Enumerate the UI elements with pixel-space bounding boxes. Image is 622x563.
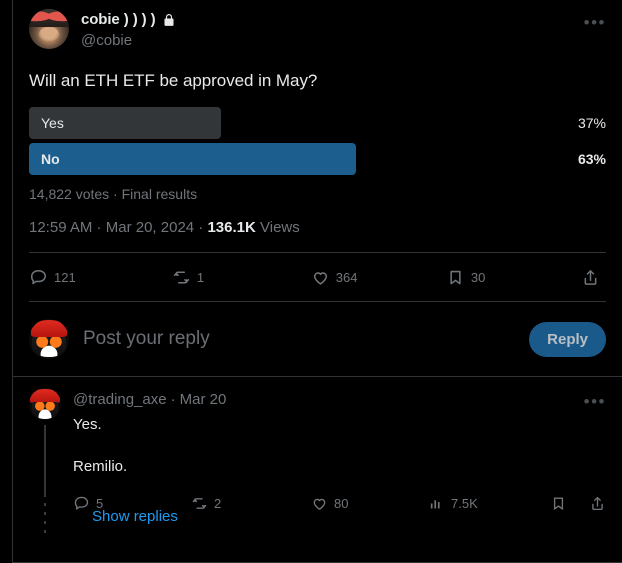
poll-option-yes: Yes 37% bbox=[29, 107, 606, 139]
reply-separator: · bbox=[170, 391, 176, 408]
author-block: cobie ) ) ) ) @cobie bbox=[81, 9, 176, 51]
views-label: Views bbox=[255, 219, 300, 236]
tweet-text: Will an ETH ETF be approved in May? bbox=[29, 71, 318, 90]
analytics-icon bbox=[428, 495, 445, 512]
share-action[interactable] bbox=[581, 268, 606, 287]
reply-date[interactable]: Mar 20 bbox=[180, 390, 227, 410]
poll: Yes 37% No 63% 14,822 votes · Final resu… bbox=[29, 107, 606, 202]
poll-percent-no: 63% bbox=[577, 151, 606, 167]
reply-count: 121 bbox=[54, 269, 76, 285]
reply-like-count: 80 bbox=[334, 495, 349, 511]
reply-content: @trading_axe · Mar 20 ••• Yes. Remilio. bbox=[73, 388, 606, 521]
views-count: 136.1K bbox=[207, 219, 256, 236]
reply-submit-button[interactable]: Reply bbox=[529, 321, 606, 357]
reply-handle[interactable]: @trading_axe bbox=[73, 390, 167, 410]
poll-track-yes: Yes bbox=[29, 107, 548, 139]
reply-bookmark-action[interactable] bbox=[550, 495, 567, 512]
comment-icon bbox=[73, 495, 90, 512]
main-tweet: cobie ) ) ) ) @cobie ••• Will an ETH ETF… bbox=[13, 0, 622, 252]
poll-percent-yes: 37% bbox=[577, 115, 606, 131]
display-name: cobie ) ) ) ) bbox=[81, 11, 156, 28]
poll-option-no: No 63% bbox=[29, 143, 606, 175]
share-icon bbox=[589, 495, 606, 512]
reply-action[interactable]: 121 bbox=[29, 268, 172, 287]
display-name-row[interactable]: cobie ) ) ) ) bbox=[81, 10, 176, 30]
reply-avatar[interactable] bbox=[29, 388, 61, 420]
poll-label-no: No bbox=[41, 151, 60, 167]
handle[interactable]: @cobie bbox=[81, 31, 176, 51]
thread-connector-dots bbox=[44, 503, 46, 535]
show-replies-link[interactable]: Show replies bbox=[92, 508, 178, 525]
bookmark-count: 30 bbox=[470, 269, 486, 285]
reply-repost-count: 2 bbox=[214, 495, 222, 511]
reply-views-count: 7.5K bbox=[451, 495, 478, 511]
post-date: Mar 20, 2024 bbox=[105, 219, 195, 236]
bookmark-icon bbox=[446, 268, 465, 287]
lock-icon bbox=[162, 13, 176, 27]
reply-meta-row: @trading_axe · Mar 20 ••• bbox=[73, 388, 606, 412]
sep-2: · bbox=[194, 219, 208, 236]
bookmark-action[interactable]: 30 bbox=[446, 268, 581, 287]
poll-label-yes: Yes bbox=[41, 115, 64, 131]
poll-meta: 14,822 votes · Final results bbox=[29, 186, 198, 202]
reply-header: @trading_axe · Mar 20 ••• Yes. Remilio. bbox=[29, 388, 606, 521]
reply-input[interactable]: Post your reply bbox=[83, 328, 529, 350]
avatar[interactable] bbox=[29, 9, 69, 49]
heart-icon bbox=[311, 268, 330, 287]
reply-like-action[interactable]: 80 bbox=[311, 495, 428, 512]
reply-item: @trading_axe · Mar 20 ••• Yes. Remilio. bbox=[13, 377, 622, 535]
timeline-column: cobie ) ) ) ) @cobie ••• Will an ETH ETF… bbox=[13, 0, 622, 563]
reply-repost-action[interactable]: 2 bbox=[191, 495, 311, 512]
timestamp-row: 12:59 AM · Mar 20, 2024 · 136.1K Views bbox=[29, 219, 606, 252]
thread-connector-line bbox=[44, 425, 46, 497]
like-count: 364 bbox=[335, 269, 358, 285]
current-user-avatar[interactable] bbox=[29, 319, 69, 359]
reply-text-line-1: Yes. bbox=[73, 416, 102, 433]
comment-icon bbox=[29, 268, 48, 287]
repost-action[interactable]: 1 bbox=[172, 268, 311, 287]
post-action-bar: 121 1 364 30 bbox=[13, 253, 622, 301]
reply-views-action[interactable]: 7.5K bbox=[428, 495, 528, 512]
heart-icon bbox=[311, 495, 328, 512]
more-options-icon[interactable]: ••• bbox=[584, 9, 606, 33]
reply-composer: Post your reply Reply bbox=[13, 302, 622, 376]
tweet-detail-page: cobie ) ) ) ) @cobie ••• Will an ETH ETF… bbox=[0, 0, 622, 563]
sep-1: · bbox=[92, 219, 106, 236]
retweet-icon bbox=[191, 495, 208, 512]
like-action[interactable]: 364 bbox=[311, 268, 446, 287]
reply-text-line-2: Remilio. bbox=[73, 458, 128, 475]
reply-share-action[interactable] bbox=[589, 495, 606, 512]
repost-count: 1 bbox=[196, 269, 205, 285]
poll-track-no: No bbox=[29, 143, 548, 175]
post-time: 12:59 AM bbox=[29, 219, 93, 236]
tweet-header: cobie ) ) ) ) @cobie ••• bbox=[29, 9, 606, 57]
bookmark-icon bbox=[550, 495, 567, 512]
retweet-icon bbox=[172, 268, 191, 287]
reply-more-options-icon[interactable]: ••• bbox=[584, 388, 606, 412]
share-icon bbox=[581, 268, 600, 287]
poll-bar-no bbox=[29, 143, 356, 175]
